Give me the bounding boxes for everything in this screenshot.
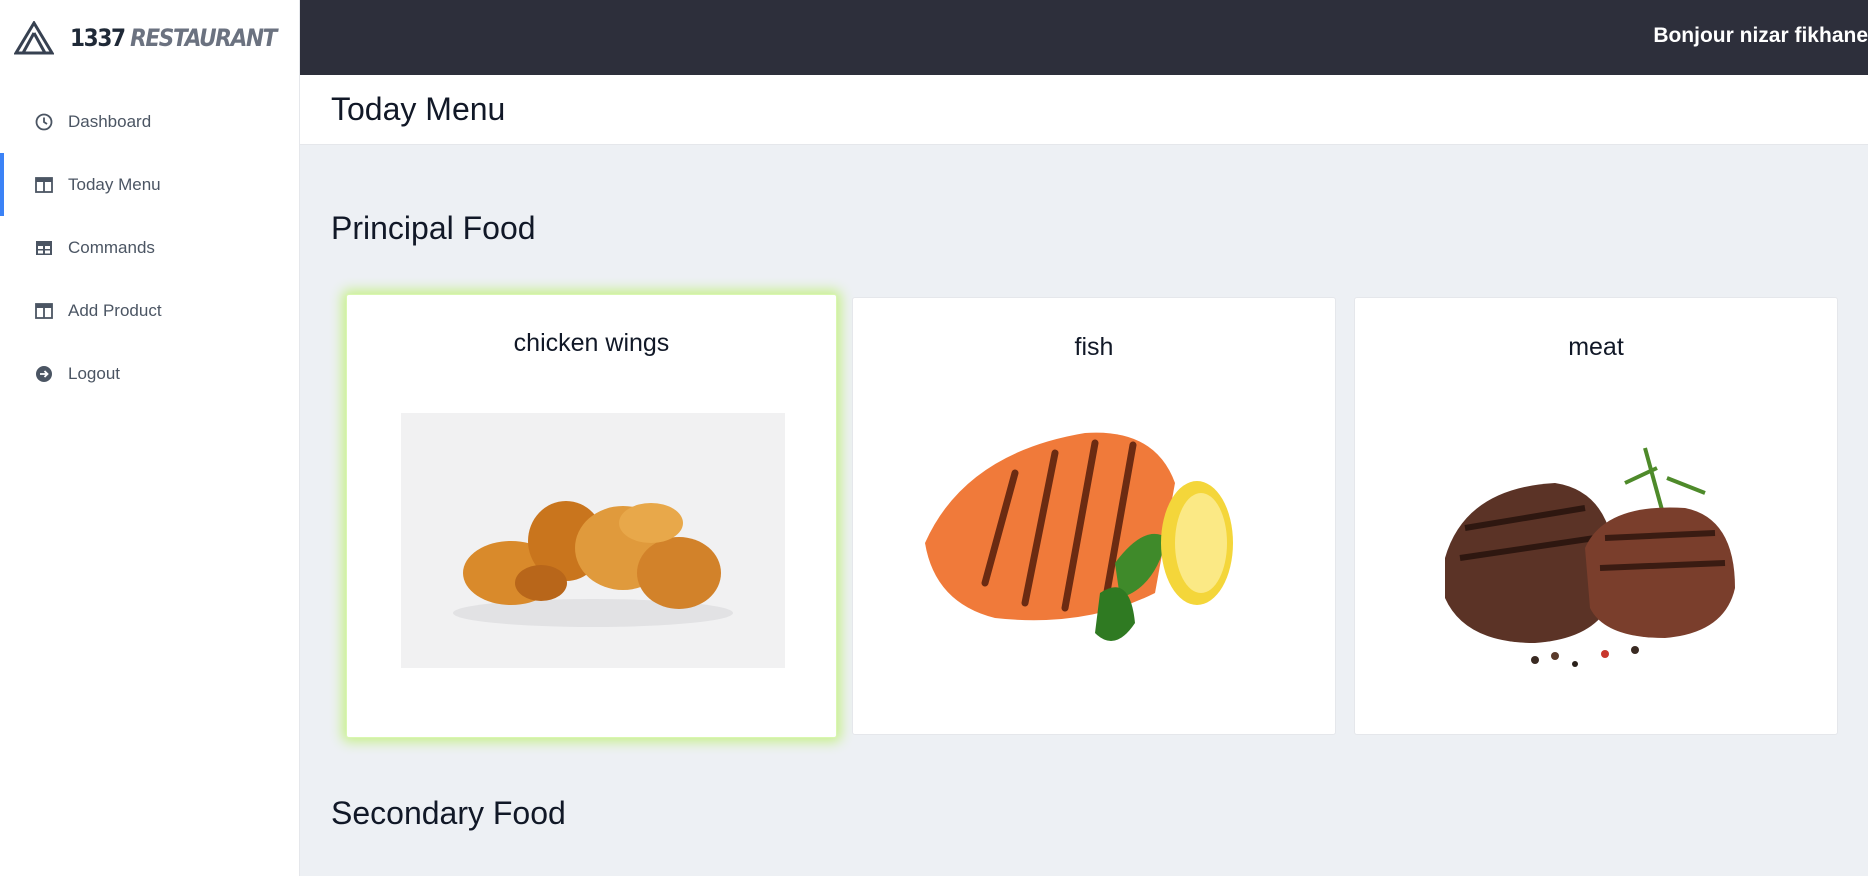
sidebar-item-dashboard[interactable]: Dashboard xyxy=(0,90,300,153)
sidebar-item-today-menu[interactable]: Today Menu xyxy=(0,153,300,216)
sidebar-item-label: Add Product xyxy=(68,300,162,320)
food-card-fish[interactable]: fish xyxy=(852,297,1336,735)
page-title: Today Menu xyxy=(331,91,506,127)
sidebar-item-label: Commands xyxy=(68,237,155,257)
table-icon xyxy=(34,301,54,321)
sidebar-nav: Dashboard Today Menu Commands Add Produc… xyxy=(0,90,300,405)
top-bar: Bonjour nizar fikhane xyxy=(300,0,1868,75)
section-title-secondary: Secondary Food xyxy=(331,795,566,831)
triangle-logo-icon xyxy=(14,21,54,55)
food-card-title: meat xyxy=(1568,333,1624,361)
section-title-principal: Principal Food xyxy=(331,210,536,246)
sidebar: 1337 RESTAURANT Dashboard Today Menu Comm… xyxy=(0,0,300,876)
sidebar-item-label: Logout xyxy=(68,363,120,383)
food-card-title: chicken wings xyxy=(513,329,670,357)
brand-name: 1337 RESTAURANT xyxy=(70,24,277,52)
sidebar-item-label: Dashboard xyxy=(68,111,152,131)
user-greeting: Bonjour nizar fikhane xyxy=(1653,24,1868,47)
food-card-chicken-wings[interactable]: chicken wings xyxy=(346,294,837,738)
grilled-steak-image xyxy=(1445,447,1735,667)
sidebar-item-add-product[interactable]: Add Product xyxy=(0,279,300,342)
clock-icon xyxy=(34,112,54,132)
brand-name-part2: RESTAURANT xyxy=(130,24,277,52)
chicken-wings-image xyxy=(401,413,785,668)
table-icon xyxy=(34,175,54,195)
arrow-circle-icon xyxy=(34,364,54,384)
sidebar-item-commands[interactable]: Commands xyxy=(0,216,300,279)
grilled-salmon-image xyxy=(925,432,1233,641)
food-card-title: fish xyxy=(1074,333,1114,361)
sidebar-item-label: Today Menu xyxy=(68,174,161,194)
brand[interactable]: 1337 RESTAURANT xyxy=(14,20,299,56)
brand-name-part1: 1337 xyxy=(70,24,126,52)
page-title-bar: Today Menu xyxy=(300,75,1868,145)
food-card-meat[interactable]: meat xyxy=(1354,297,1838,735)
sidebar-item-logout[interactable]: Logout xyxy=(0,342,300,405)
grid-table-icon xyxy=(34,238,54,258)
